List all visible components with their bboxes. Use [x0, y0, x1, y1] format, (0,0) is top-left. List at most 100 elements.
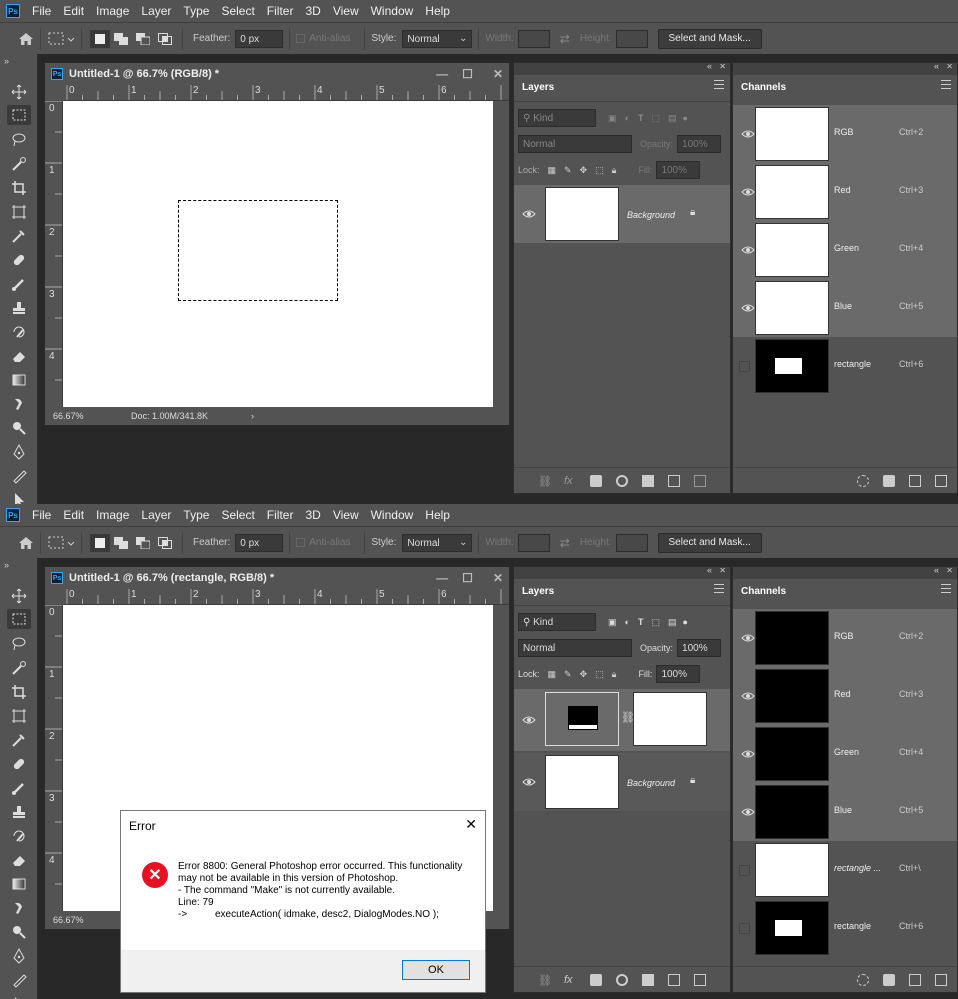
- kind-filter-select[interactable]: ⚲ Kind: [518, 109, 596, 127]
- clone-stamp-tool-icon[interactable]: [7, 298, 31, 318]
- menu-select[interactable]: Select: [215, 0, 260, 22]
- menu-help[interactable]: Help: [419, 0, 456, 22]
- filter-pixel-icon[interactable]: ▣: [608, 617, 617, 628]
- brush-tool-icon[interactable]: [7, 778, 31, 798]
- filter-toggle-icon[interactable]: ●: [682, 617, 687, 627]
- eye-icon[interactable]: [741, 187, 755, 197]
- blend-mode-select[interactable]: Normal: [518, 135, 632, 153]
- visibility-box[interactable]: [739, 923, 750, 934]
- menu-view[interactable]: View: [327, 504, 365, 526]
- fill-field[interactable]: 100%: [656, 665, 701, 683]
- smudge-tool-icon[interactable]: [7, 898, 31, 918]
- canvas[interactable]: [63, 101, 493, 409]
- clone-stamp-tool-icon[interactable]: [7, 802, 31, 822]
- zoom-level[interactable]: 66.67%: [53, 411, 131, 421]
- filter-smart-icon[interactable]: ▤: [668, 113, 677, 124]
- smudge-tool-icon[interactable]: [7, 394, 31, 414]
- intersect-selection-icon[interactable]: [154, 536, 176, 549]
- lock-transparent-icon[interactable]: ▦: [548, 165, 557, 176]
- intersect-selection-icon[interactable]: [154, 32, 176, 45]
- link-layers-icon[interactable]: ⛓: [538, 475, 552, 488]
- filter-adjustment-icon[interactable]: ◐: [625, 617, 630, 627]
- save-selection-icon[interactable]: [883, 973, 895, 986]
- menu-filter[interactable]: Filter: [261, 504, 300, 526]
- new-layer-icon[interactable]: [668, 973, 680, 986]
- home-icon[interactable]: [18, 32, 34, 46]
- eye-icon[interactable]: [522, 715, 536, 725]
- close-panel-icon[interactable]: ✕: [946, 62, 953, 71]
- feather-field[interactable]: 0 px: [235, 29, 284, 48]
- menu-layer[interactable]: Layer: [135, 0, 177, 22]
- eye-icon[interactable]: [741, 245, 755, 255]
- lock-image-icon[interactable]: ✎: [564, 669, 572, 680]
- eye-icon[interactable]: [741, 303, 755, 313]
- new-layer-icon[interactable]: [668, 474, 680, 487]
- filter-adjustment-icon[interactable]: ◐: [625, 113, 630, 123]
- eye-icon[interactable]: [741, 749, 755, 759]
- filter-smart-icon[interactable]: ▤: [668, 617, 677, 628]
- new-group-icon[interactable]: [642, 474, 654, 487]
- menu-edit[interactable]: Edit: [57, 504, 90, 526]
- layer-row-background[interactable]: Background 🔒︎: [514, 185, 730, 243]
- history-brush-tool-icon[interactable]: [7, 322, 31, 342]
- home-icon[interactable]: [18, 536, 34, 550]
- visibility-box[interactable]: [739, 865, 750, 876]
- close-icon[interactable]: ✕: [493, 571, 503, 585]
- quick-selection-tool-icon[interactable]: [7, 658, 31, 678]
- menu-file[interactable]: File: [26, 0, 57, 22]
- tab-channels[interactable]: Channels: [733, 579, 795, 605]
- height-field[interactable]: [615, 533, 648, 552]
- menu-file[interactable]: File: [26, 504, 57, 526]
- frame-tool-icon[interactable]: [7, 706, 31, 726]
- close-panel-icon[interactable]: ✕: [946, 566, 953, 575]
- freeform-pen-tool-icon[interactable]: [7, 970, 31, 990]
- new-channel-icon[interactable]: [909, 474, 921, 487]
- minimize-icon[interactable]: —: [436, 67, 448, 81]
- chevron-right-icon[interactable]: ›: [251, 411, 254, 421]
- link-layers-icon[interactable]: ⛓: [538, 974, 552, 987]
- kind-filter-select[interactable]: ⚲ Kind: [518, 613, 596, 631]
- fill-field[interactable]: 100%: [656, 161, 701, 179]
- antialias-checkbox[interactable]: [296, 538, 306, 547]
- fx-icon[interactable]: fx: [564, 974, 576, 986]
- eye-icon[interactable]: [522, 209, 536, 219]
- menu-3d[interactable]: 3D: [299, 504, 326, 526]
- minimize-icon[interactable]: —: [436, 571, 448, 585]
- eye-icon[interactable]: [741, 807, 755, 817]
- style-select[interactable]: Normal ⌄: [402, 29, 473, 48]
- filter-type-icon[interactable]: T: [638, 113, 644, 123]
- healing-brush-tool-icon[interactable]: [7, 754, 31, 774]
- channel-row[interactable]: Green Ctrl+4: [733, 725, 957, 783]
- gradient-tool-icon[interactable]: [7, 874, 31, 894]
- marquee-tool-icon[interactable]: [7, 609, 31, 629]
- close-panel-icon[interactable]: ✕: [719, 566, 726, 575]
- ok-button[interactable]: OK: [402, 960, 470, 980]
- channel-row[interactable]: rectangle ... Ctrl+\: [733, 841, 957, 899]
- collapse-panel-icon[interactable]: «: [934, 61, 939, 71]
- lock-all-icon[interactable]: 🔒︎: [612, 669, 617, 680]
- menu-type[interactable]: Type: [177, 504, 215, 526]
- load-selection-icon[interactable]: [857, 973, 869, 986]
- pen-tool-icon[interactable]: [7, 946, 31, 966]
- lock-transparent-icon[interactable]: ▦: [548, 669, 557, 680]
- channel-row[interactable]: Blue Ctrl+5: [733, 783, 957, 841]
- save-selection-icon[interactable]: [883, 474, 895, 487]
- collapse-panel-icon[interactable]: «: [934, 565, 939, 575]
- fx-icon[interactable]: fx: [564, 475, 576, 487]
- maximize-icon[interactable]: ☐: [462, 67, 473, 81]
- blend-mode-select[interactable]: Normal: [518, 639, 632, 657]
- marquee-preset-icon[interactable]: [47, 535, 75, 551]
- lock-all-icon[interactable]: 🔒︎: [612, 165, 617, 176]
- marquee-preset-icon[interactable]: [47, 31, 75, 47]
- eye-icon[interactable]: [522, 777, 536, 787]
- eye-icon[interactable]: [741, 633, 755, 643]
- select-and-mask-button[interactable]: Select and Mask...: [657, 532, 762, 553]
- add-selection-icon[interactable]: [110, 32, 132, 45]
- menu-3d[interactable]: 3D: [299, 0, 326, 22]
- opacity-field[interactable]: 100%: [677, 135, 722, 153]
- path-selection-tool-icon[interactable]: [7, 994, 31, 999]
- tab-layers[interactable]: Layers: [514, 75, 563, 101]
- new-selection-icon[interactable]: [90, 29, 110, 48]
- close-icon[interactable]: ✕: [493, 67, 503, 81]
- swap-icon[interactable]: ⇄: [560, 536, 570, 550]
